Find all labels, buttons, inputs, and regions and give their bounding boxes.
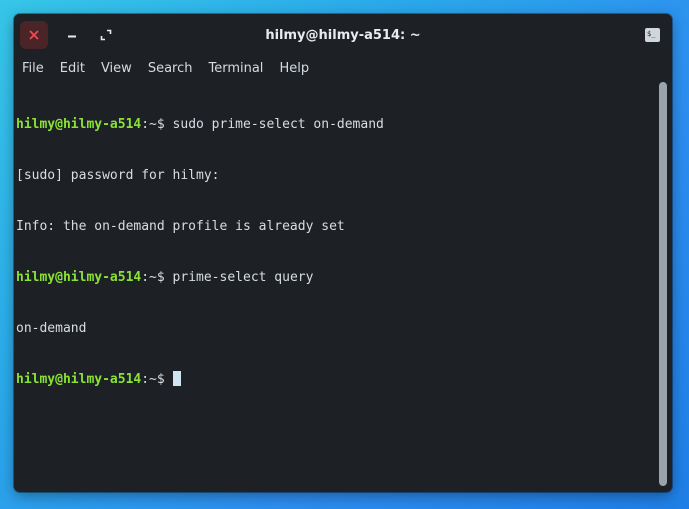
minimize-icon (67, 26, 77, 45)
maximize-button[interactable] (92, 21, 120, 49)
scrollbar[interactable] (659, 82, 667, 486)
terminal-line: hilmy@hilmy-a514:~$ (16, 371, 656, 388)
text-cursor (172, 371, 181, 386)
terminal-line: Info: the on-demand profile is already s… (16, 218, 656, 235)
maximize-icon (100, 26, 112, 45)
terminal-icon[interactable]: $_ (645, 28, 660, 42)
menu-edit[interactable]: Edit (52, 58, 93, 80)
title-bar[interactable]: hilmy@hilmy-a514: ~ $_ (14, 14, 672, 56)
terminal-window: hilmy@hilmy-a514: ~ $_ File Edit View Se… (14, 14, 672, 492)
minimize-button[interactable] (58, 21, 86, 49)
command-text: sudo prime-select on-demand (172, 117, 384, 132)
prompt-path: :~$ (141, 117, 173, 132)
menu-file[interactable]: File (14, 58, 52, 80)
terminal-line: [sudo] password for hilmy: (16, 167, 656, 184)
terminal-line: hilmy@hilmy-a514:~$ sudo prime-select on… (16, 116, 656, 133)
terminal-line: hilmy@hilmy-a514:~$ prime-select query (16, 269, 656, 286)
menu-help[interactable]: Help (271, 58, 317, 80)
terminal-line: on-demand (16, 320, 656, 337)
menu-bar: File Edit View Search Terminal Help (14, 58, 672, 80)
menu-terminal[interactable]: Terminal (200, 58, 271, 80)
terminal-output[interactable]: hilmy@hilmy-a514:~$ sudo prime-select on… (16, 82, 656, 490)
close-icon (29, 30, 39, 40)
menu-view[interactable]: View (93, 58, 140, 80)
close-button[interactable] (20, 21, 48, 49)
output-text: Info: the on-demand profile is already s… (16, 219, 345, 234)
prompt-user: hilmy@hilmy-a514 (16, 270, 142, 285)
prompt-user: hilmy@hilmy-a514 (16, 117, 142, 132)
prompt-user: hilmy@hilmy-a514 (16, 372, 142, 387)
menu-search[interactable]: Search (140, 58, 201, 80)
output-text: [sudo] password for hilmy: (16, 168, 220, 183)
prompt-path: :~$ (141, 372, 173, 387)
prompt-path: :~$ (141, 270, 173, 285)
output-text: on-demand (16, 321, 87, 336)
command-text: prime-select query (172, 270, 314, 285)
